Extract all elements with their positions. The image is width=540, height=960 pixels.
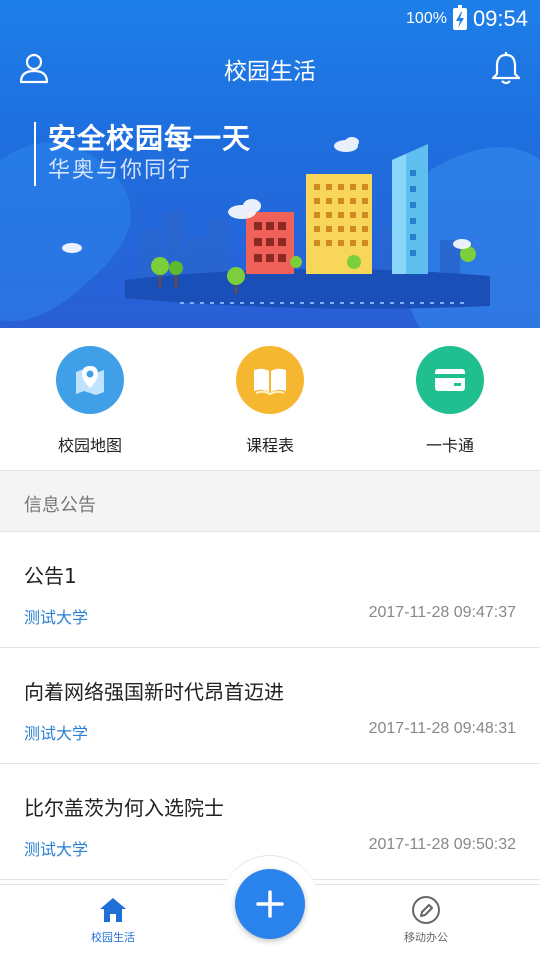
shortcut-grid: 校园地图 课程表 一卡通	[0, 328, 540, 470]
add-button[interactable]	[235, 869, 305, 939]
list-item[interactable]: 公告1 测试大学 2017-11-28 09:47:37	[0, 532, 540, 648]
announcement-time: 2017-11-28 09:48:31	[368, 720, 516, 737]
battery-charging-icon	[452, 5, 467, 30]
announcement-title: 向着网络强国新时代昂首迈进	[24, 680, 284, 704]
page-title: 校园生活	[224, 59, 316, 85]
notification-button[interactable]	[488, 50, 524, 86]
battery-percentage: 100%	[406, 10, 447, 27]
hero-header: 100% 09:54 校园生活 安全校园每一天 华奥与你同行	[0, 0, 540, 328]
announcement-source: 测试大学	[24, 840, 89, 859]
status-bar: 100% 09:54	[0, 0, 540, 38]
announcement-title: 公告1	[24, 564, 77, 588]
nav-label: 移动办公	[404, 931, 448, 944]
shortcut-campus-card[interactable]: 一卡通	[380, 346, 520, 456]
bell-icon	[491, 52, 521, 85]
announcement-time: 2017-11-28 09:50:32	[368, 836, 516, 853]
banner-slogan[interactable]: 安全校园每一天 华奥与你同行	[34, 122, 251, 186]
home-icon	[100, 898, 126, 922]
plus-icon	[256, 890, 284, 918]
list-item[interactable]: 向着网络强国新时代昂首迈进 测试大学 2017-11-28 09:48:31	[0, 648, 540, 764]
announcement-source: 测试大学	[24, 608, 89, 627]
nav-campus-life[interactable]: 校园生活	[58, 895, 168, 945]
announcement-list: 公告1 测试大学 2017-11-28 09:47:37 向着网络强国新时代昂首…	[0, 532, 540, 880]
announcements-header: 信息公告	[0, 470, 540, 532]
shortcut-label: 课程表	[245, 436, 294, 455]
nav-mobile-office[interactable]: 移动办公	[371, 895, 481, 945]
banner-title: 安全校园每一天	[48, 122, 252, 155]
section-title: 信息公告	[24, 495, 96, 516]
map-pin-icon	[56, 346, 124, 414]
card-icon	[416, 346, 484, 414]
book-icon	[236, 346, 304, 414]
bottom-navigation: 校园生活 移动办公	[0, 855, 540, 960]
announcement-source: 测试大学	[24, 724, 89, 743]
banner-subtitle: 华奥与你同行	[48, 158, 193, 183]
announcement-title: 比尔盖茨为何入选院士	[24, 796, 224, 820]
shortcut-label: 校园地图	[57, 436, 122, 455]
shortcut-timetable[interactable]: 课程表	[200, 346, 340, 456]
edit-circle-icon	[412, 896, 440, 924]
shortcut-campus-map[interactable]: 校园地图	[20, 346, 160, 456]
app-bar: 校园生活	[0, 42, 540, 94]
status-time: 09:54	[472, 6, 528, 31]
announcement-time: 2017-11-28 09:47:37	[368, 604, 516, 621]
shortcut-label: 一卡通	[425, 436, 474, 455]
nav-label: 校园生活	[91, 931, 135, 944]
